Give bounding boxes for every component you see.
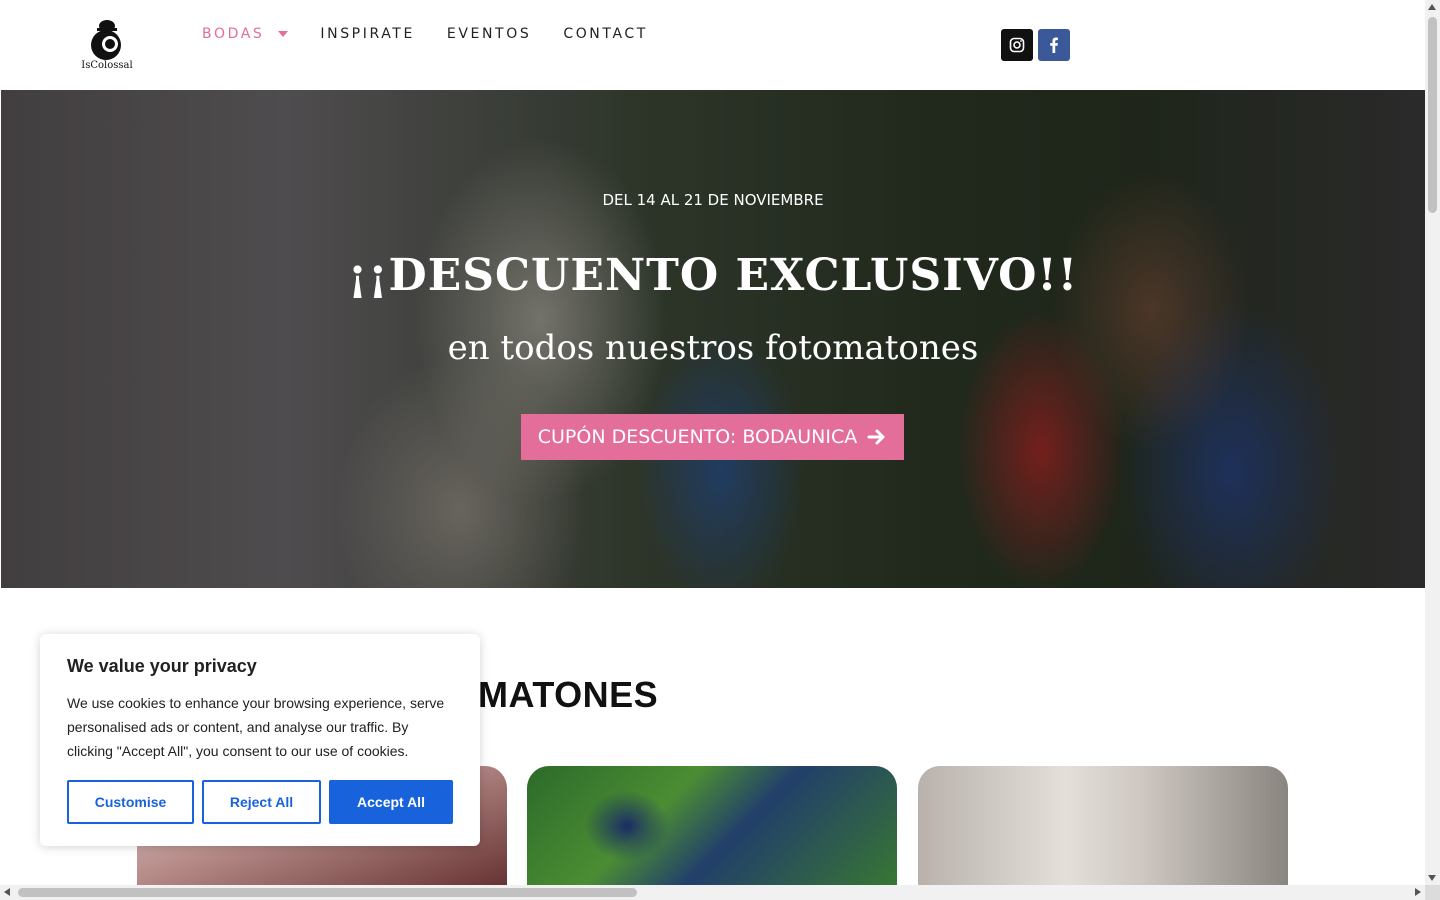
cookie-title: We value your privacy: [67, 656, 257, 676]
scroll-left-icon[interactable]: [4, 888, 10, 896]
vertical-scrollbar[interactable]: [1425, 0, 1440, 885]
instagram-button[interactable]: [1001, 29, 1033, 61]
site-logo[interactable]: IsColossal: [80, 16, 134, 74]
hero-banner: DEL 14 AL 21 DE NOVIEMBRE ¡¡DESCUENTO EX…: [1, 90, 1425, 588]
nav-item-label: BODAS: [202, 26, 265, 42]
nav-item-contact[interactable]: CONTACT: [563, 26, 648, 42]
camera-bowler-hat-logo-icon: [91, 20, 121, 60]
nav-item-inspirate[interactable]: INSPIRATE: [320, 26, 415, 42]
scroll-right-icon[interactable]: [1415, 888, 1421, 896]
cookie-consent-banner: We value your privacy We use cookies to …: [40, 634, 480, 846]
hero-title: ¡¡DESCUENTO EXCLUSIVO!!: [347, 250, 1079, 301]
vertical-scroll-thumb[interactable]: [1428, 17, 1437, 213]
arrow-right-icon: [867, 429, 885, 445]
cookie-text: We use cookies to enhance your browsing …: [67, 695, 445, 759]
facebook-button[interactable]: [1038, 29, 1070, 61]
cookie-buttons: Customise Reject All Accept All: [67, 780, 453, 824]
scrollbar-corner: [1425, 885, 1440, 900]
instagram-icon: [1009, 37, 1025, 53]
logo-text: IsColossal: [81, 60, 133, 71]
customise-button[interactable]: Customise: [67, 780, 194, 824]
caret-down-icon: [278, 31, 289, 37]
section-title: MATONES: [478, 674, 659, 715]
photobooth-card-3[interactable]: [918, 766, 1288, 900]
horizontal-scroll-thumb[interactable]: [18, 888, 637, 897]
hero-dates: DEL 14 AL 21 DE NOVIEMBRE: [602, 191, 824, 209]
horizontal-scrollbar[interactable]: [0, 885, 1425, 900]
scroll-up-icon[interactable]: [1428, 4, 1436, 10]
coupon-button[interactable]: CUPÓN DESCUENTO: BODAUNICA: [521, 414, 904, 460]
coupon-button-label: CUPÓN DESCUENTO: BODAUNICA: [537, 426, 858, 448]
accept-all-button[interactable]: Accept All: [329, 780, 453, 824]
nav-item-label: CONTACT: [563, 26, 648, 42]
nav-item-label: EVENTOS: [446, 26, 532, 42]
main-nav: BODAS INSPIRATE EVENTOS CONTACT: [202, 26, 680, 42]
site-header: IsColossal BODAS INSPIRATE EVENTOS CONTA…: [0, 0, 1425, 90]
photobooth-card-2[interactable]: [527, 766, 897, 900]
nav-item-label: INSPIRATE: [320, 26, 415, 42]
hero-subtitle: en todos nuestros fotomatones: [447, 328, 979, 368]
reject-all-button[interactable]: Reject All: [202, 780, 321, 824]
scroll-down-icon[interactable]: [1428, 875, 1436, 881]
nav-item-bodas[interactable]: BODAS: [202, 26, 289, 42]
nav-item-eventos[interactable]: EVENTOS: [447, 26, 531, 42]
facebook-icon: [1050, 37, 1058, 53]
